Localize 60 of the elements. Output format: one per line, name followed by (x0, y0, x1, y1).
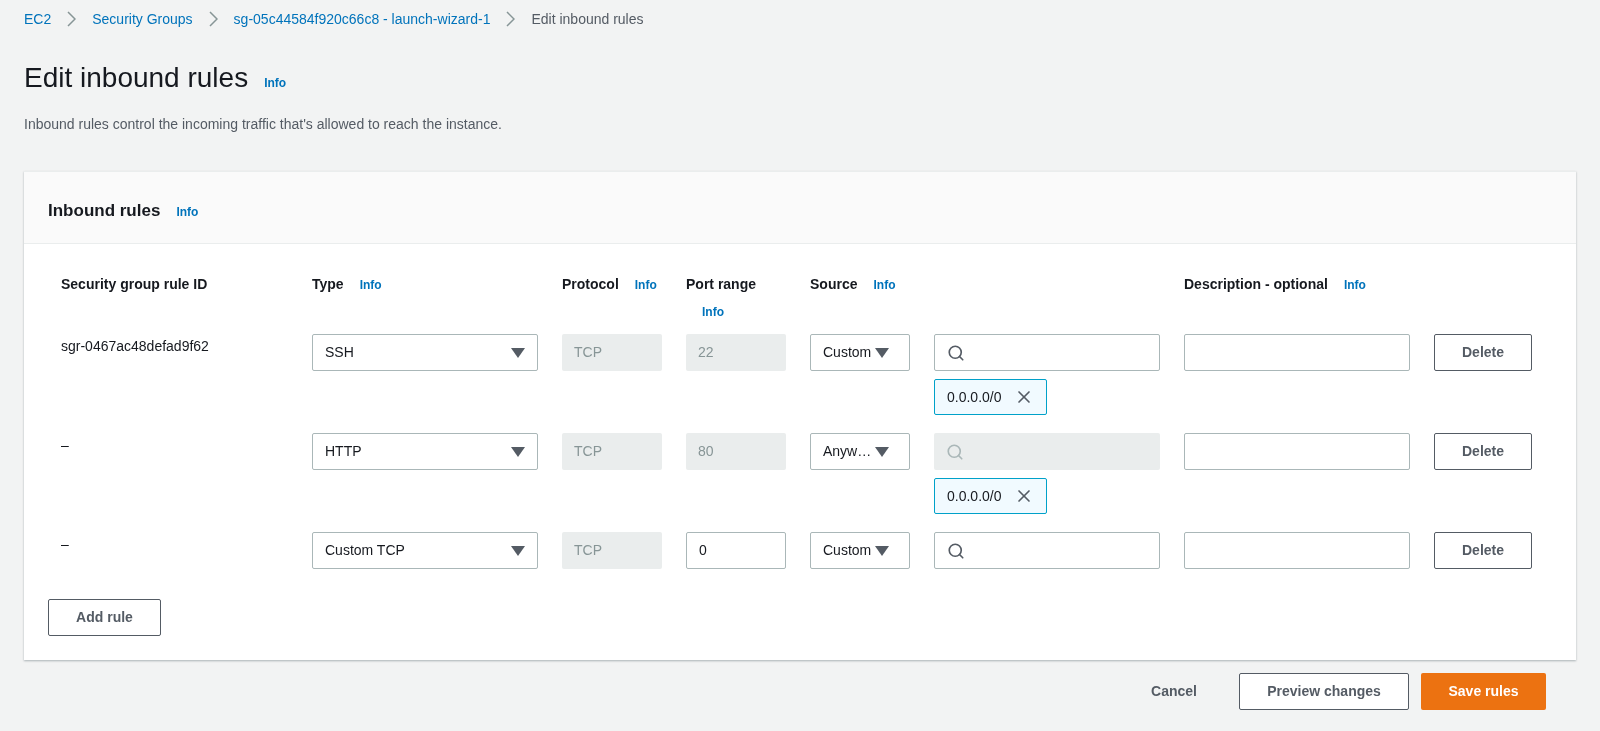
port-range-field: 22 (686, 334, 786, 371)
column-header: Source (810, 275, 858, 294)
caret-icon (511, 545, 525, 556)
rule-id: sgr-0467ac48defad9f62 (61, 337, 210, 356)
breadcrumb-link[interactable]: EC2 (24, 8, 52, 30)
add-rule-button[interactable]: Add rule (48, 599, 161, 636)
caret-icon (511, 347, 525, 358)
search-icon (947, 343, 965, 362)
protocol-field: TCP (562, 433, 662, 470)
info-link[interactable]: Info (634, 276, 657, 294)
column-header: Protocol (562, 275, 619, 294)
description-field[interactable] (1184, 334, 1410, 371)
source-select[interactable]: Anyw… (810, 433, 910, 470)
type-select[interactable]: SSH (312, 334, 538, 371)
search-field[interactable] (934, 532, 1160, 569)
column-header: Description - optional (1184, 275, 1328, 294)
description-field[interactable] (1184, 433, 1410, 470)
column-header: Port range (686, 275, 757, 294)
delete-button[interactable]: Delete (1434, 334, 1532, 371)
column-header: Security group rule ID (61, 275, 208, 294)
delete-button[interactable]: Delete (1434, 532, 1532, 569)
chevron-right-icon (506, 11, 516, 27)
column-header: Type (312, 275, 344, 294)
rule-id: – (61, 436, 70, 455)
caret-icon (875, 347, 890, 358)
breadcrumb-link[interactable]: sg-05c44584f920c66c8 - launch-wizard-1 (233, 8, 491, 30)
cidr-token: 0.0.0.0/0 (934, 379, 1047, 415)
search-icon (947, 541, 965, 560)
delete-button[interactable]: Delete (1434, 433, 1532, 470)
caret-icon (875, 545, 890, 556)
info-link[interactable]: Info (264, 74, 287, 92)
info-link[interactable]: Info (873, 276, 896, 294)
caret-icon (875, 446, 890, 457)
source-select[interactable]: Custom (810, 532, 910, 569)
info-link[interactable]: Info (1343, 276, 1366, 294)
source-select[interactable]: Custom (810, 334, 910, 371)
cancel-button[interactable]: Cancel (1131, 673, 1217, 710)
breadcrumb-link[interactable]: Security Groups (92, 8, 193, 30)
port-range-field[interactable]: 0 (686, 532, 786, 569)
current-page-label: Edit inbound rules (531, 9, 644, 29)
port-range-field: 80 (686, 433, 786, 470)
info-link[interactable]: Info (359, 276, 382, 294)
page-description: Inbound rules control the incoming traffic that's allowed to reach the instance. (24, 115, 503, 134)
search-field[interactable] (934, 334, 1160, 371)
protocol-field: TCP (562, 532, 662, 569)
type-select[interactable]: HTTP (312, 433, 538, 470)
chevron-right-icon (67, 11, 77, 27)
page-title: Edit inbound rules (24, 61, 249, 95)
type-select[interactable]: Custom TCP (312, 532, 538, 569)
description-field[interactable] (1184, 532, 1410, 569)
chevron-right-icon (208, 11, 218, 27)
rule-id: – (61, 535, 70, 554)
info-link[interactable]: Info (702, 305, 724, 319)
preview-changes-button[interactable]: Preview changes (1239, 673, 1409, 710)
info-link[interactable]: Info (176, 203, 199, 221)
caret-icon (511, 446, 525, 457)
protocol-field: TCP (562, 334, 662, 371)
cidr-token: 0.0.0.0/0 (934, 478, 1047, 514)
search-icon (946, 442, 964, 461)
panel-title: Inbound rules (48, 200, 161, 222)
